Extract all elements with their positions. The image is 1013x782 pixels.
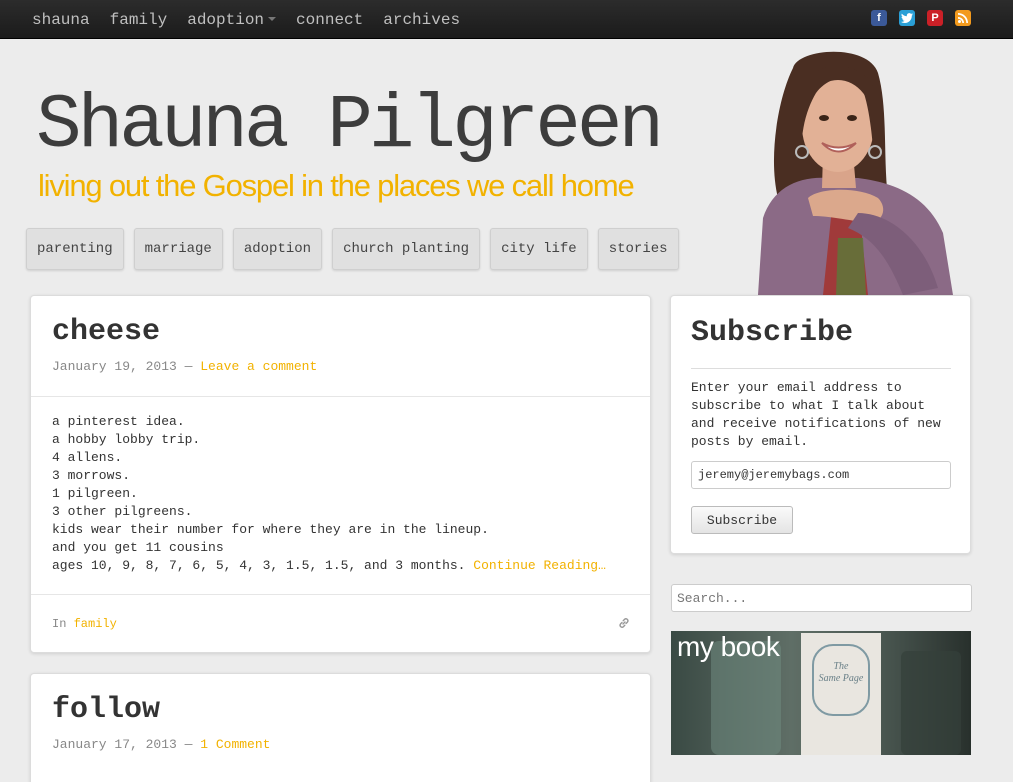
excerpt-line: and you get 11 cousins [52,540,224,555]
post-date: January 17, 2013 [52,737,177,752]
excerpt-line: 4 allens. [52,450,123,465]
divider [31,594,650,595]
category-city-life[interactable]: city life [490,228,588,270]
nav-item-archives[interactable]: archives [383,11,460,29]
meta-separator: — [176,359,201,374]
subscribe-title: Subscribe [691,316,854,350]
excerpt-line: ages 10, 9, 8, 7, 6, 5, 4, 3, 1.5, 1.5, … [52,557,606,575]
nav-item-adoption[interactable]: adoption [187,10,277,29]
twitter-icon[interactable] [899,10,915,26]
link-icon[interactable] [618,616,630,634]
category-parenting[interactable]: parenting [26,228,124,270]
book-cover-title: The Same Page [811,661,871,685]
comment-link[interactable]: Leave a comment [200,359,317,374]
top-navbar: shauna family adoption connect archives … [0,0,1013,39]
nav-item-connect[interactable]: connect [296,11,363,29]
excerpt-line: a hobby lobby trip. [52,432,201,447]
pinterest-icon[interactable]: P [927,10,943,26]
book-cover-line: Same Page [818,673,864,684]
book-label: my book [677,631,780,662]
chevron-down-icon [268,17,277,22]
excerpt-line: 3 other pilgreens. [52,504,193,519]
category-stories[interactable]: stories [597,228,679,270]
facebook-icon[interactable]: f [871,10,887,26]
nav-item-family[interactable]: family [110,11,168,29]
subscribe-button[interactable]: Subscribe [691,506,793,534]
excerpt-line: 1 pilgreen. [52,486,138,501]
book-cover-line: The [833,661,849,672]
excerpt-text: ages 10, 9, 8, 7, 6, 5, 4, 3, 1.5, 1.5, … [52,558,466,573]
post-card: follow January 17, 2013 — 1 Comment [30,673,651,782]
category-church-planting[interactable]: church planting [332,228,481,270]
search-input[interactable] [671,584,972,612]
excerpt-line: kids wear their number for where they ar… [52,522,489,537]
category-marriage[interactable]: marriage [133,228,223,270]
post-title[interactable]: follow [52,693,160,727]
post-title[interactable]: cheese [52,315,160,349]
category-adoption[interactable]: adoption [232,228,323,270]
site-tagline: living out the Gospel in the places we c… [38,168,635,203]
nav-item-shauna[interactable]: shauna [32,11,90,29]
in-label: In [52,617,67,631]
category-nav: parenting marriage adoption church plant… [26,228,679,270]
book-banner[interactable]: my book The Same Page [671,631,971,755]
rss-icon[interactable] [955,10,971,26]
email-field[interactable] [691,461,951,489]
site-title[interactable]: Shauna Pilgreen [36,88,664,164]
author-portrait [738,48,958,295]
post-footer: In family [52,617,117,631]
nav-item-adoption-label: adoption [187,10,265,29]
post-category-link[interactable]: family [74,617,117,631]
post-card: cheese January 19, 2013 — Leave a commen… [30,295,651,653]
post-date: January 19, 2013 [52,359,177,374]
excerpt-line: a pinterest idea. [52,414,185,429]
comment-link[interactable]: 1 Comment [200,737,270,752]
post-excerpt: a pinterest idea. a hobby lobby trip. 4 … [52,413,606,575]
divider [691,368,951,369]
top-nav: shauna family adoption connect archives [22,0,470,39]
subscribe-widget: Subscribe Enter your email address to su… [670,295,971,554]
post-meta: January 19, 2013 — Leave a comment [52,359,317,374]
excerpt-line: 3 morrows. [52,468,131,483]
subscribe-description: Enter your email address to subscribe to… [691,380,941,449]
continue-reading-link[interactable]: Continue Reading… [473,558,606,573]
social-links: f P [871,10,971,26]
meta-separator: — [176,737,201,752]
post-meta: January 17, 2013 — 1 Comment [52,737,270,752]
divider [31,396,650,397]
